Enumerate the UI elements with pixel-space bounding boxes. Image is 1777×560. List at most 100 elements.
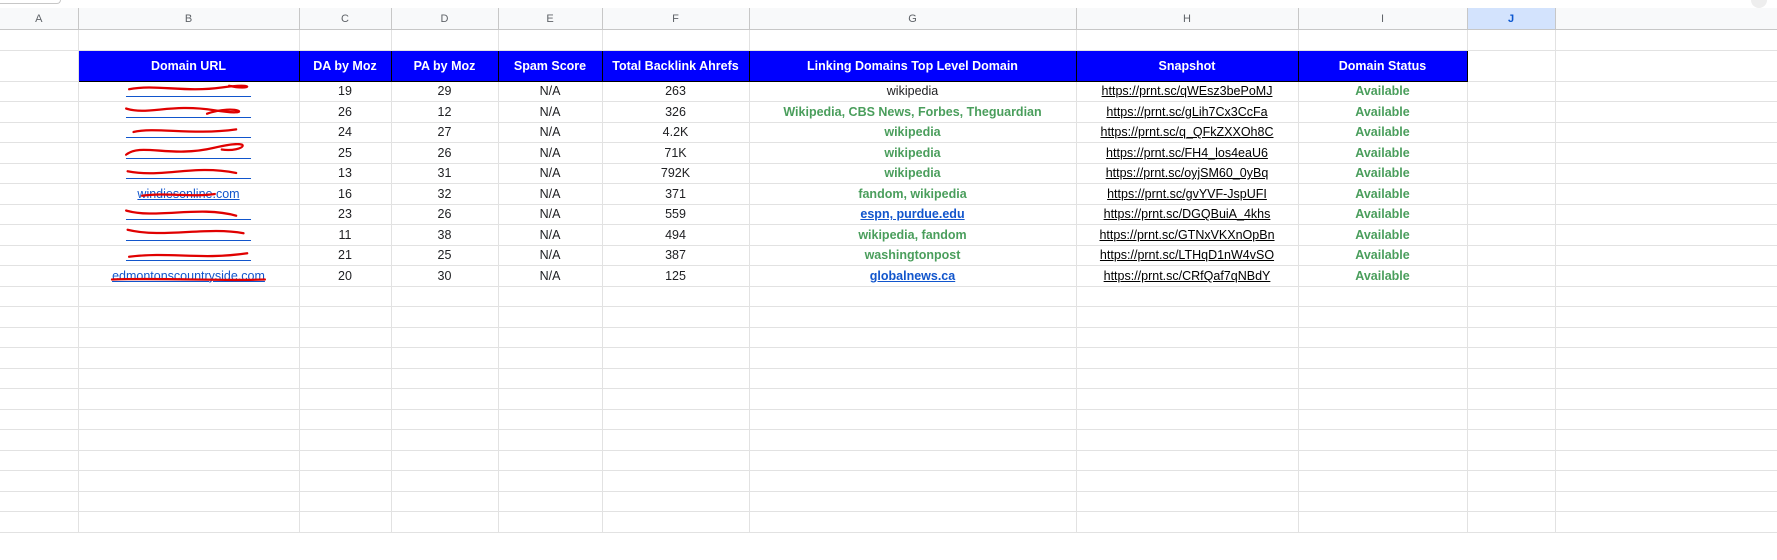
linking-domains-cell[interactable]: wikipedia	[749, 122, 1077, 143]
cell[interactable]	[78, 409, 300, 430]
status-cell[interactable]: Available	[1298, 204, 1468, 225]
pa-cell[interactable]: 26	[391, 142, 499, 164]
header-cell[interactable]: Total Backlink Ahrefs	[601, 49, 750, 82]
cell[interactable]	[0, 286, 79, 307]
cell[interactable]	[1555, 142, 1777, 164]
cell[interactable]	[1467, 183, 1556, 205]
cell[interactable]	[1076, 347, 1299, 369]
cell[interactable]	[1467, 409, 1556, 430]
cell[interactable]	[1555, 29, 1777, 51]
cell[interactable]	[0, 183, 79, 205]
cell[interactable]	[78, 491, 300, 512]
header-cell[interactable]: Domain URL	[77, 49, 300, 82]
snapshot-link[interactable]: https://prnt.sc/LTHqD1nW4vSO	[1100, 248, 1274, 262]
linking-domains-cell[interactable]: espn, purdue.edu	[749, 204, 1077, 225]
cell[interactable]	[1555, 306, 1777, 328]
cell[interactable]	[1467, 388, 1556, 410]
cell[interactable]	[749, 409, 1077, 430]
cell[interactable]	[1555, 101, 1777, 123]
snapshot-link[interactable]: https://prnt.sc/DGQBuiA_4khs	[1104, 207, 1271, 221]
cell[interactable]	[749, 470, 1077, 492]
cell[interactable]	[0, 429, 79, 451]
cell[interactable]	[299, 327, 392, 348]
cell[interactable]	[498, 491, 603, 512]
cell[interactable]	[299, 409, 392, 430]
cell[interactable]	[391, 409, 499, 430]
cell[interactable]	[0, 306, 79, 328]
cell[interactable]	[391, 347, 499, 369]
cell[interactable]	[78, 327, 300, 348]
cell[interactable]	[498, 368, 603, 389]
cell[interactable]	[749, 29, 1077, 51]
cell[interactable]	[1555, 347, 1777, 369]
cell[interactable]	[498, 306, 603, 328]
header-cell[interactable]: Domain Status	[1297, 49, 1468, 82]
snapshot-link[interactable]: https://prnt.sc/qWEsz3bePoMJ	[1102, 84, 1273, 98]
cell[interactable]	[1555, 122, 1777, 143]
cell[interactable]	[391, 327, 499, 348]
pa-cell[interactable]: 38	[391, 224, 499, 246]
cell[interactable]	[1555, 245, 1777, 266]
spam-cell[interactable]: N/A	[498, 183, 603, 205]
cell[interactable]	[1076, 327, 1299, 348]
cell[interactable]	[299, 388, 392, 410]
snapshot-cell[interactable]: https://prnt.sc/gLih7Cx3CcFa	[1076, 101, 1299, 123]
cell[interactable]	[1076, 409, 1299, 430]
cell[interactable]	[498, 470, 603, 492]
column-header-g[interactable]: G	[749, 8, 1077, 30]
cell[interactable]	[1555, 265, 1777, 287]
snapshot-link[interactable]: https://prnt.sc/q_QFkZXXOh8C	[1101, 125, 1274, 139]
cell[interactable]	[1076, 511, 1299, 533]
snapshot-cell[interactable]: https://prnt.sc/q_QFkZXXOh8C	[1076, 122, 1299, 143]
column-header-b[interactable]: B	[78, 8, 300, 30]
cell[interactable]	[1076, 470, 1299, 492]
cell[interactable]	[602, 286, 750, 307]
cell[interactable]	[602, 347, 750, 369]
cell[interactable]	[0, 511, 79, 533]
linking-domains-cell[interactable]: globalnews.ca	[749, 265, 1077, 287]
cell[interactable]	[1467, 511, 1556, 533]
corner-button[interactable]	[1751, 0, 1767, 8]
cell[interactable]	[1467, 122, 1556, 143]
cell[interactable]	[1467, 29, 1556, 51]
cell[interactable]	[1076, 286, 1299, 307]
cell[interactable]	[78, 368, 300, 389]
snapshot-cell[interactable]: https://prnt.sc/CRfQaf7qNBdY	[1076, 265, 1299, 287]
cell[interactable]	[1555, 286, 1777, 307]
backlinks-cell[interactable]: 387	[602, 245, 750, 266]
cell[interactable]	[1298, 29, 1468, 51]
cell[interactable]	[1555, 368, 1777, 389]
pa-cell[interactable]: 30	[391, 265, 499, 287]
cell[interactable]	[0, 81, 79, 102]
cell[interactable]	[1298, 286, 1468, 307]
da-cell[interactable]: 23	[299, 204, 392, 225]
cell[interactable]	[1467, 101, 1556, 123]
da-cell[interactable]: 24	[299, 122, 392, 143]
domain-link[interactable]: edmontonscountryside.com	[112, 269, 265, 283]
cell[interactable]	[749, 368, 1077, 389]
header-cell[interactable]: Snapshot	[1075, 49, 1299, 82]
cell[interactable]	[78, 470, 300, 492]
cell[interactable]	[391, 429, 499, 451]
spam-cell[interactable]: N/A	[498, 142, 603, 164]
cell[interactable]	[391, 368, 499, 389]
cell[interactable]	[0, 142, 79, 164]
header-cell[interactable]: DA by Moz	[298, 49, 392, 82]
cell[interactable]	[602, 429, 750, 451]
cell[interactable]	[749, 347, 1077, 369]
backlinks-cell[interactable]: 494	[602, 224, 750, 246]
cell[interactable]	[299, 429, 392, 451]
spam-cell[interactable]: N/A	[498, 204, 603, 225]
cell[interactable]	[1467, 224, 1556, 246]
domain-link[interactable]	[126, 105, 251, 119]
da-cell[interactable]: 16	[299, 183, 392, 205]
cell[interactable]	[299, 306, 392, 328]
cell[interactable]	[1298, 491, 1468, 512]
cell[interactable]	[0, 409, 79, 430]
cell[interactable]	[391, 450, 499, 471]
cell[interactable]	[299, 368, 392, 389]
cell[interactable]	[1467, 50, 1556, 82]
column-header-f[interactable]: F	[602, 8, 750, 30]
cell[interactable]	[1076, 491, 1299, 512]
cell[interactable]	[602, 491, 750, 512]
